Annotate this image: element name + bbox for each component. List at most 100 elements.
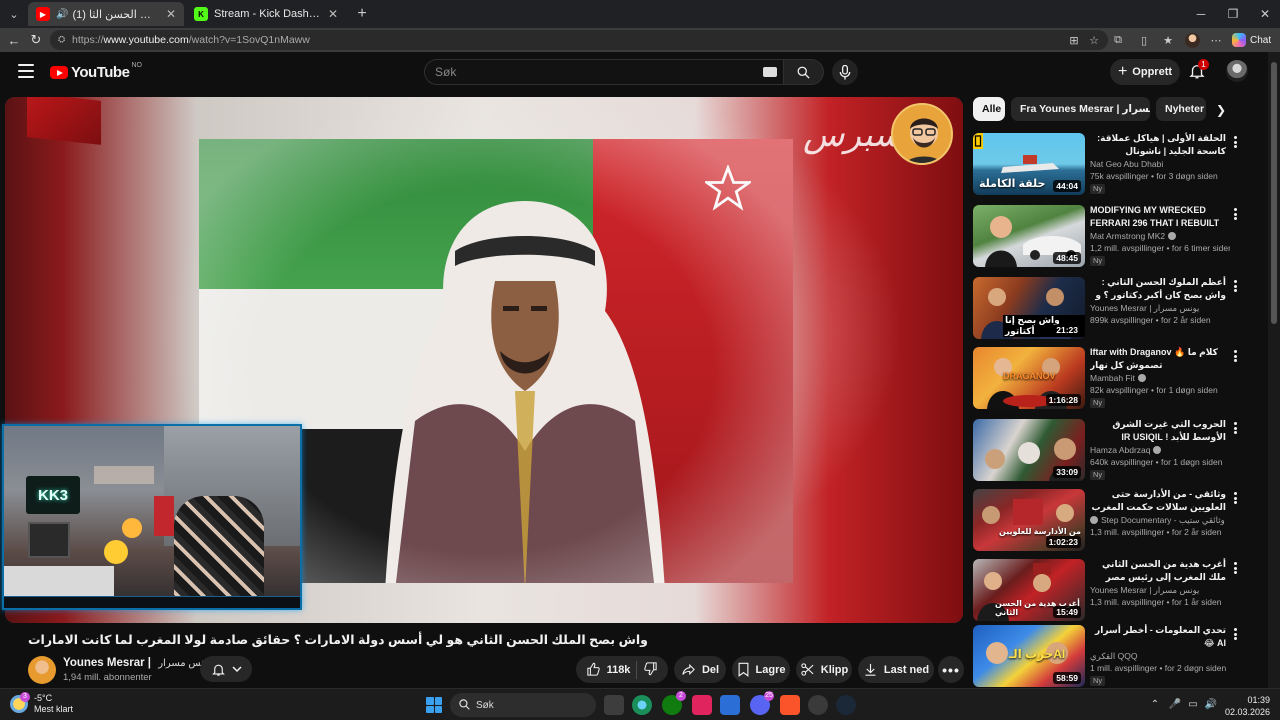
- reload-icon[interactable]: ↻: [26, 30, 46, 50]
- save-button[interactable]: Lagre: [732, 656, 790, 683]
- new-tab-icon[interactable]: +: [352, 4, 372, 24]
- chevron-up-icon[interactable]: ⌃: [1148, 697, 1162, 711]
- weather-widget[interactable]: 3 -5°C Mest klart: [10, 692, 73, 715]
- taskbar-clock[interactable]: 01:39 02.03.2026: [1222, 694, 1270, 718]
- tab-close-icon[interactable]: ✕: [328, 7, 338, 21]
- taskbar-search[interactable]: Søk: [450, 693, 596, 717]
- discord-icon[interactable]: 25: [750, 691, 774, 715]
- channel-name[interactable]: Younes Mesrar | يونس مسرار: [63, 657, 212, 669]
- recommendation-item[interactable]: واش بصح إنا أكتاتور 21:23 أعظم الملوك ال…: [972, 276, 1256, 340]
- search-button[interactable]: [784, 59, 824, 85]
- minimize-icon[interactable]: ─: [1190, 4, 1212, 24]
- recommendation-title[interactable]: تحدي المعلومات - أخطر أسرار AI 😂: [1090, 624, 1226, 649]
- youtube-logo[interactable]: YouTube NO: [50, 62, 142, 81]
- recommendation-channel[interactable]: Mambah Fit: [1090, 373, 1230, 383]
- site-info-icon[interactable]: ⛭: [58, 34, 65, 45]
- split-screen-icon[interactable]: ▯: [1136, 32, 1152, 48]
- recommendation-channel[interactable]: Nat Geo Abu Dhabi: [1090, 159, 1230, 169]
- more-vertical-icon[interactable]: [1230, 279, 1240, 293]
- more-options-icon[interactable]: ⋯: [1208, 32, 1224, 48]
- tab-list-chevron-icon[interactable]: ⌄: [4, 4, 24, 24]
- restore-icon[interactable]: ❐: [1222, 4, 1244, 24]
- back-icon[interactable]: ←: [4, 30, 24, 50]
- chip-from-channel[interactable]: Fra Younes Mesrar | يونس مسرار: [1011, 97, 1150, 121]
- more-vertical-icon[interactable]: [1230, 491, 1240, 505]
- recommendation-thumbnail[interactable]: حلقة الكاملة 44:04: [973, 133, 1085, 195]
- more-vertical-icon[interactable]: [1230, 207, 1240, 221]
- recommendation-channel[interactable]: Younes Mesrar | يونس مسرار: [1090, 303, 1230, 314]
- favorites-icon[interactable]: ★: [1160, 32, 1176, 48]
- more-vertical-icon[interactable]: [1230, 421, 1240, 435]
- copilot-chat-button[interactable]: Chat: [1232, 31, 1271, 49]
- task-view-icon[interactable]: [604, 695, 624, 715]
- recommendation-item[interactable]: أغرب هدية من الحسن الثاني 15:49 أغرب هدي…: [972, 558, 1256, 622]
- store-icon[interactable]: [720, 695, 740, 715]
- more-actions-button[interactable]: •••: [938, 656, 964, 683]
- recommendation-thumbnail[interactable]: 33:09: [973, 419, 1085, 481]
- extensions-icon[interactable]: ⧉: [1110, 32, 1126, 48]
- recommendation-thumbnail[interactable]: من الأدارسة للعلويين 1:02:23: [973, 489, 1085, 551]
- more-vertical-icon[interactable]: [1230, 349, 1240, 363]
- address-input[interactable]: ⛭ https://www.youtube.com/watch?v=1SovQ1…: [50, 30, 1108, 50]
- notifications-button[interactable]: 1: [1188, 59, 1209, 82]
- recommendation-item[interactable]: حرب الـAI 58:59 تحدي المعلومات - أخطر أس…: [972, 624, 1256, 688]
- wifi-icon[interactable]: ▭: [1186, 697, 1200, 711]
- share-button[interactable]: Del: [674, 656, 726, 683]
- start-button[interactable]: [426, 697, 442, 713]
- steam-icon[interactable]: [836, 695, 856, 715]
- more-vertical-icon[interactable]: [1230, 627, 1240, 641]
- chevron-right-icon[interactable]: ❯: [1212, 101, 1230, 119]
- recommendation-item[interactable]: 48:45 MODIFYING MY WRECKED FERRARI 296 T…: [972, 204, 1256, 268]
- settings-gear-icon[interactable]: [808, 695, 828, 715]
- recommendation-channel[interactable]: Hamza Abdrzaq: [1090, 445, 1230, 455]
- dislike-button[interactable]: [643, 661, 658, 679]
- chip-news[interactable]: Nyheter fr: [1156, 97, 1206, 121]
- voice-search-button[interactable]: [832, 59, 858, 85]
- recommendation-title[interactable]: وثائقي - من الأدارسة حتى العلويين سلالات…: [1090, 488, 1226, 513]
- recommendation-thumbnail[interactable]: حرب الـAI 58:59: [973, 625, 1085, 687]
- recommendation-channel[interactable]: Mat Armstrong MK2: [1090, 231, 1230, 241]
- channel-avatar[interactable]: [28, 656, 56, 684]
- recommendation-item[interactable]: 33:09 الحروب التي غيرت الشرق الأوسط للأب…: [972, 418, 1256, 482]
- keyboard-icon[interactable]: [763, 67, 777, 77]
- xbox-icon[interactable]: 2: [662, 691, 686, 715]
- subscription-notifications-button[interactable]: [200, 656, 252, 682]
- menu-icon[interactable]: [18, 64, 34, 78]
- profile-avatar[interactable]: [1185, 33, 1200, 48]
- like-button[interactable]: 118k: [586, 662, 630, 677]
- recommendation-thumbnail[interactable]: DRAGANOV 1:16:28: [973, 347, 1085, 409]
- brave-icon[interactable]: [780, 695, 800, 715]
- volume-icon[interactable]: 🔊: [1204, 697, 1218, 711]
- affinity-app-icon[interactable]: [692, 695, 712, 715]
- browser-tab-youtube[interactable]: ▶ 🔊 (1) واش بصح الملك الحسن الثا... ✕: [28, 2, 184, 26]
- chip-all[interactable]: Alle: [973, 97, 1005, 121]
- page-scrollbar[interactable]: [1268, 52, 1280, 688]
- audio-playing-icon[interactable]: 🔊: [56, 9, 68, 20]
- recommendation-thumbnail[interactable]: أغرب هدية من الحسن الثاني 15:49: [973, 559, 1085, 621]
- app-available-icon[interactable]: ⊞: [1066, 32, 1082, 48]
- recommendation-title[interactable]: الحلقة الأولى | هياكل عملاقة: كاسحة الجل…: [1090, 132, 1226, 157]
- create-button[interactable]: + Opprett: [1110, 59, 1180, 85]
- clip-button[interactable]: Klipp: [796, 656, 852, 683]
- recommendation-title[interactable]: أغرب هدية من الحسن الثاني ملك المغرب إلى…: [1090, 558, 1226, 583]
- recommendation-thumbnail[interactable]: واش بصح إنا أكتاتور 21:23: [973, 277, 1085, 339]
- scrollbar-thumb[interactable]: [1271, 62, 1277, 324]
- recommendation-title[interactable]: MODIFYING MY WRECKED FERRARI 296 THAT I …: [1090, 204, 1226, 229]
- edge-browser-icon[interactable]: [632, 695, 652, 715]
- recommendation-title[interactable]: أعظم الملوك الحسن الثاني : واش بصح كان أ…: [1090, 276, 1226, 301]
- recommendation-title[interactable]: الحروب التي غيرت الشرق الأوسط للأبد ! IR…: [1090, 418, 1226, 443]
- download-button[interactable]: Last ned: [858, 656, 934, 683]
- account-avatar[interactable]: [1226, 60, 1248, 82]
- recommendation-channel[interactable]: Younes Mesrar | يونس مسرار: [1090, 585, 1230, 596]
- more-vertical-icon[interactable]: [1230, 135, 1240, 149]
- more-vertical-icon[interactable]: [1230, 561, 1240, 575]
- tab-close-icon[interactable]: ✕: [166, 7, 176, 21]
- browser-tab-kick[interactable]: K Stream - Kick Dashboard ✕: [186, 2, 346, 26]
- favorite-star-icon[interactable]: ☆: [1086, 32, 1102, 48]
- recommendation-thumbnail[interactable]: 48:45: [973, 205, 1085, 267]
- recommendation-channel[interactable]: القكري QQQ: [1090, 651, 1230, 662]
- recommendation-item[interactable]: حلقة الكاملة 44:04 الحلقة الأولى | هياكل…: [972, 132, 1256, 196]
- recommendation-item[interactable]: DRAGANOV 1:16:28 Iftar with Draganov 🔥 ك…: [972, 346, 1256, 410]
- recommendation-title[interactable]: Iftar with Draganov 🔥 كلام ما تصموش كل ن…: [1090, 346, 1226, 371]
- recommendation-item[interactable]: من الأدارسة للعلويين 1:02:23 وثائقي - من…: [972, 488, 1256, 552]
